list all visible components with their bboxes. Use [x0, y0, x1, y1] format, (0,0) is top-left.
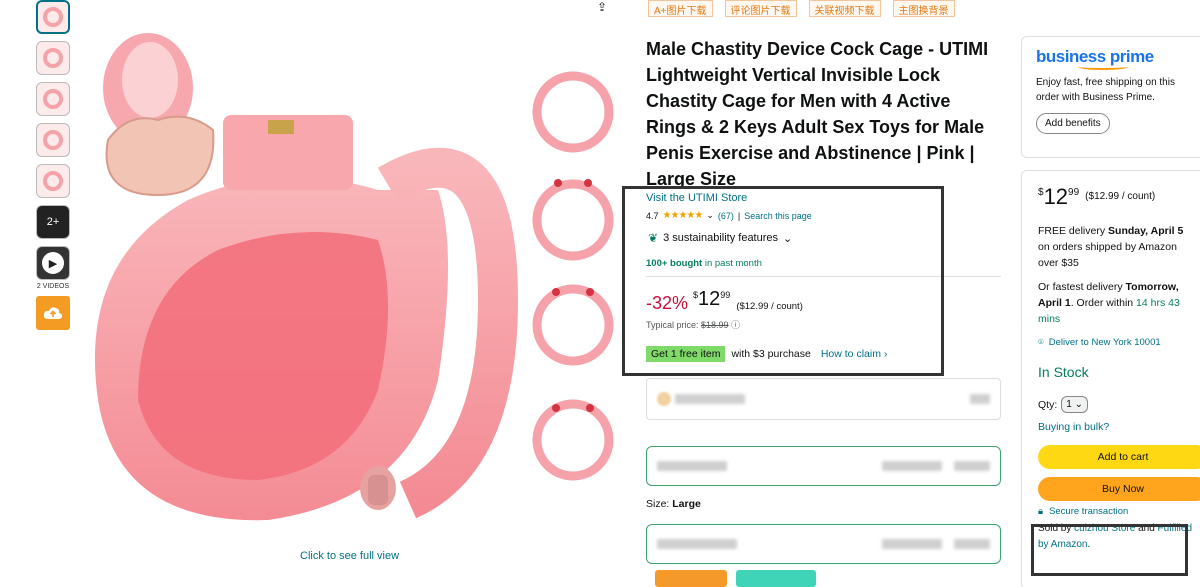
deliver-to-text: Deliver to New York 10001 [1048, 337, 1161, 348]
delivery-post: on orders shipped by Amazon over $35 [1038, 241, 1177, 269]
more-count: 2+ [46, 216, 60, 228]
bulk-buying-link[interactable]: Buying in bulk? [1038, 421, 1194, 433]
blurred-text [882, 539, 942, 549]
secure-text: Secure transaction [1049, 506, 1129, 517]
location-pin-icon: ⌾ [1038, 337, 1044, 348]
videos-label: 2 VIDEOS [36, 283, 70, 290]
buybox-cents: 99 [1068, 187, 1080, 198]
delivery-date: Sunday, April 5 [1108, 225, 1184, 237]
blurred-text [954, 539, 990, 549]
blurred-option-3[interactable] [646, 524, 1001, 564]
thumbnail-1[interactable] [36, 0, 70, 34]
add-benefits-button[interactable]: Add benefits [1036, 113, 1110, 134]
annotation-box [1031, 524, 1188, 576]
tag-related-videos[interactable]: 关联视频下载 [808, 0, 881, 17]
main-product-image[interactable] [78, 0, 638, 545]
delivery-info: FREE delivery Sunday, April 5 on orders … [1038, 223, 1194, 271]
thumbnail-image [43, 48, 63, 68]
tag-aplus-download[interactable]: A+图片下载 [648, 0, 713, 17]
tag-change-background[interactable]: 主图换背景 [892, 0, 955, 17]
lock-icon: 🔒︎ [1038, 506, 1044, 517]
buybox-per-count: ($12.99 / count) [1085, 191, 1156, 202]
business-prime-logo: business prime [1036, 47, 1154, 66]
blurred-text [657, 461, 727, 471]
product-title: Male Chastity Device Cock Cage - UTIMI L… [646, 39, 989, 189]
swatch-teal[interactable] [736, 570, 816, 587]
buybox-whole: 12 [1043, 184, 1069, 209]
thumbnail-image [43, 89, 63, 109]
blurred-text [882, 461, 942, 471]
chevron-down-icon: ⌄ [1074, 399, 1083, 410]
share-icon[interactable]: ⇪ [597, 0, 607, 14]
product-illustration [94, 33, 614, 521]
thumbnail-image [43, 171, 63, 191]
thumbnail-5[interactable] [36, 164, 70, 198]
fastest-pre: Or fastest delivery [1038, 281, 1126, 293]
blurred-option-1[interactable] [646, 378, 1001, 420]
deliver-to-link[interactable]: ⌾ Deliver to New York 10001 [1038, 337, 1194, 348]
buybox-price: $ 12 99 ($12.99 / count) [1038, 185, 1194, 209]
secure-transaction-link[interactable]: 🔒︎ Secure transaction [1038, 506, 1194, 517]
thumbnail-list: 2+ ▶ 2 VIDEOS [36, 0, 70, 330]
quantity-row: Qty: 1 ⌄ [1038, 396, 1194, 413]
blurred-text [954, 461, 990, 471]
blurred-icon [657, 392, 671, 406]
stock-status: In Stock [1038, 364, 1089, 380]
size-label-text: Size: [646, 498, 673, 510]
blurred-text [657, 539, 737, 549]
thumbnail-4[interactable] [36, 123, 70, 157]
add-to-cart-button[interactable]: Add to cart [1038, 445, 1200, 469]
blurred-text [675, 394, 745, 404]
thumbnail-image [43, 130, 63, 150]
business-prime-text: Enjoy fast, free shipping on this order … [1036, 77, 1175, 103]
business-prime-card: business prime Enjoy fast, free shipping… [1021, 36, 1200, 158]
cloud-upload-icon [43, 307, 63, 319]
thumbnail-image [43, 7, 63, 27]
download-tags: A+图片下载 评论图片下载 关联视频下载 主图换背景 [648, 0, 955, 17]
thumbnail-more[interactable]: 2+ [36, 205, 70, 239]
annotation-box [622, 186, 944, 376]
blurred-text [970, 394, 990, 404]
qty-value: 1 [1066, 399, 1072, 410]
size-label: Size: Large [646, 498, 701, 510]
blurred-option-2[interactable] [646, 446, 1001, 486]
click-to-view-link[interactable]: Click to see full view [300, 550, 399, 562]
thumbnail-2[interactable] [36, 41, 70, 75]
play-icon: ▶ [42, 252, 64, 274]
delivery-pre: FREE delivery [1038, 225, 1109, 237]
quantity-select[interactable]: 1 ⌄ [1061, 396, 1088, 413]
qty-label: Qty: [1038, 398, 1058, 411]
size-value: Large [672, 498, 701, 510]
swatch-orange[interactable] [655, 570, 727, 587]
thumbnail-3[interactable] [36, 82, 70, 116]
fastest-mid: . Order within [1070, 297, 1137, 309]
tag-review-images[interactable]: 评论图片下载 [724, 0, 797, 17]
buy-now-button[interactable]: Buy Now [1038, 477, 1200, 501]
thumbnail-video[interactable]: ▶ [36, 246, 70, 280]
upload-button[interactable] [36, 296, 70, 330]
fastest-delivery: Or fastest delivery Tomorrow, April 1. O… [1038, 279, 1194, 327]
